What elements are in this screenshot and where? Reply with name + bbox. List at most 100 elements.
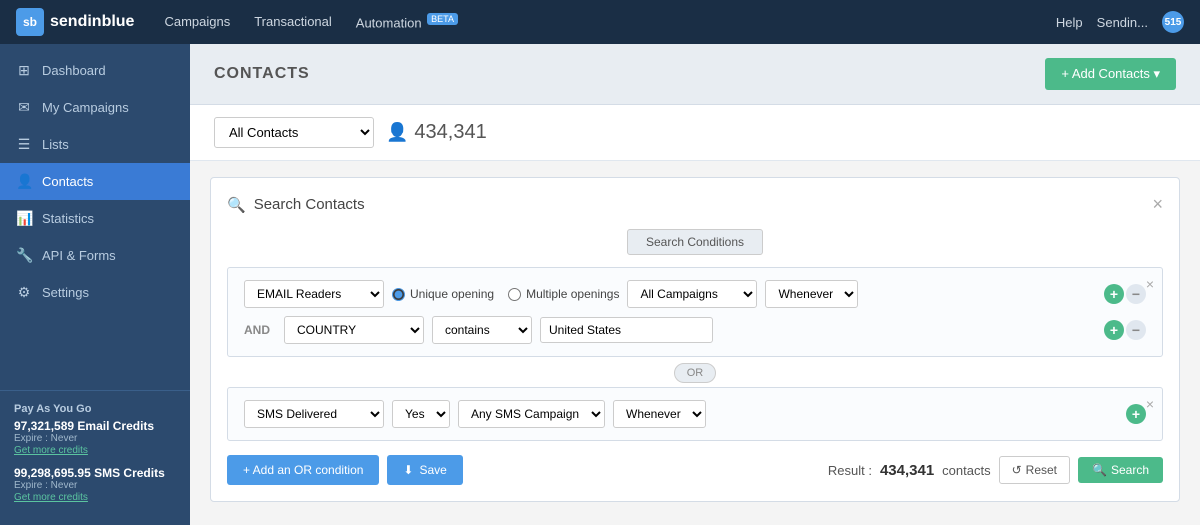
or-separator: OR: [227, 363, 1163, 383]
add-row-button-3[interactable]: +: [1126, 404, 1146, 424]
campaigns-icon: ✉: [16, 99, 32, 116]
search-button[interactable]: 🔍 Search: [1078, 457, 1163, 483]
field-select-sms[interactable]: SMS Delivered: [244, 400, 384, 428]
contacts-filter-select[interactable]: All Contacts: [214, 117, 374, 148]
close-panel-button[interactable]: ×: [1152, 194, 1163, 215]
sidebar-credits: Pay As You Go 97,321,589 Email Credits E…: [0, 390, 190, 525]
page-header: CONTACTS + Add Contacts ▾: [190, 44, 1200, 105]
add-remove-btns-2: + −: [1104, 320, 1146, 340]
search-title-text: Search Contacts: [254, 196, 365, 213]
main-content: CONTACTS + Add Contacts ▾ All Contacts 👤…: [190, 44, 1200, 525]
radio-unique-opening[interactable]: Unique opening: [392, 287, 494, 301]
contacts-label: contacts: [942, 463, 990, 478]
add-contacts-button[interactable]: + Add Contacts ▾: [1045, 58, 1176, 90]
sidebar: ⊞ Dashboard ✉ My Campaigns ☰ Lists 👤 Con…: [0, 44, 190, 525]
contacts-icon: 👤: [16, 173, 32, 190]
remove-row-button-2[interactable]: −: [1126, 320, 1146, 340]
operator-select[interactable]: contains: [432, 316, 532, 344]
sms-campaign-select[interactable]: Any SMS Campaign: [458, 400, 605, 428]
close-group-2-button[interactable]: ×: [1146, 396, 1154, 412]
whenever-select-2[interactable]: Whenever: [613, 400, 706, 428]
add-remove-btns-1: + −: [1104, 284, 1146, 304]
api-icon: 🔧: [16, 247, 32, 264]
add-row-button-1[interactable]: +: [1104, 284, 1124, 304]
sms-credits-block: 99,298,695.95 SMS Credits Expire : Never…: [14, 466, 176, 503]
remove-row-button-1[interactable]: −: [1126, 284, 1146, 304]
logo[interactable]: sb sendinblue: [16, 8, 134, 36]
sidebar-item-my-campaigns[interactable]: ✉ My Campaigns: [0, 89, 190, 126]
beta-badge: BETA: [427, 13, 458, 25]
whenever-select-1[interactable]: Whenever: [765, 280, 858, 308]
logo-icon: sb: [16, 8, 44, 36]
contact-count-bar: All Contacts 👤 434,341: [190, 105, 1200, 161]
bottom-left: + Add an OR condition ⬇ Save: [227, 455, 463, 485]
get-more-email-credits[interactable]: Get more credits: [14, 445, 88, 456]
sidebar-item-label: API & Forms: [42, 248, 116, 263]
email-credits-amount: 97,321,589 Email Credits: [14, 419, 176, 433]
nav-transactional[interactable]: Transactional: [254, 14, 332, 29]
save-button[interactable]: ⬇ Save: [387, 455, 462, 485]
sms-credits-amount: 99,298,695.95 SMS Credits: [14, 466, 176, 480]
dashboard-icon: ⊞: [16, 62, 32, 79]
lists-icon: ☰: [16, 136, 32, 153]
nav-campaigns[interactable]: Campaigns: [164, 14, 230, 29]
top-nav-items: Campaigns Transactional Automation BETA: [164, 14, 1055, 30]
yes-select[interactable]: Yes: [392, 400, 450, 428]
sidebar-item-label: Contacts: [42, 174, 93, 189]
sidebar-item-statistics[interactable]: 📊 Statistics: [0, 200, 190, 237]
get-more-sms-credits[interactable]: Get more credits: [14, 492, 88, 503]
sidebar-item-label: Statistics: [42, 211, 94, 226]
search-panel: 🔍 Search Contacts × Search Conditions × …: [210, 177, 1180, 502]
condition-row-1-2: AND COUNTRY contains + −: [244, 316, 1146, 344]
conditions-tab-bar: Search Conditions: [227, 229, 1163, 255]
result-label: Result :: [828, 463, 872, 478]
help-button[interactable]: Help: [1056, 15, 1083, 30]
statistics-icon: 📊: [16, 210, 32, 227]
or-badge: OR: [674, 363, 717, 383]
condition-row-2-1: SMS Delivered Yes Any SMS Campaign Whene…: [244, 400, 1146, 428]
add-or-condition-button[interactable]: + Add an OR condition: [227, 455, 379, 485]
reset-label: Reset: [1026, 463, 1057, 477]
reset-icon: ↺: [1012, 463, 1022, 477]
search-btn-label: Search: [1111, 463, 1149, 477]
pay-as-you-go: Pay As You Go: [14, 403, 176, 415]
add-remove-btns-3: +: [1126, 404, 1146, 424]
save-icon: ⬇: [403, 463, 413, 477]
layout: ⊞ Dashboard ✉ My Campaigns ☰ Lists 👤 Con…: [0, 44, 1200, 525]
top-nav-right: Help Sendin... 515: [1056, 11, 1184, 33]
close-group-1-button[interactable]: ×: [1146, 276, 1154, 292]
country-value-input[interactable]: [540, 317, 713, 343]
email-credits-expire: Expire : Never: [14, 433, 176, 444]
result-count: 434,341: [880, 462, 934, 479]
search-panel-title: 🔍 Search Contacts: [227, 196, 365, 214]
reset-button[interactable]: ↺ Reset: [999, 456, 1070, 484]
campaign-select-1[interactable]: All Campaigns: [627, 280, 757, 308]
bottom-actions: + Add an OR condition ⬇ Save Result : 43…: [227, 455, 1163, 485]
contact-count-value: 434,341: [414, 121, 486, 144]
radio-group-opening: Unique opening Multiple openings: [392, 287, 619, 301]
person-icon: 👤: [386, 122, 408, 143]
sidebar-item-label: Dashboard: [42, 63, 106, 78]
conditions-tab[interactable]: Search Conditions: [627, 229, 763, 255]
settings-icon: ⚙: [16, 284, 32, 301]
sidebar-item-lists[interactable]: ☰ Lists: [0, 126, 190, 163]
add-row-button-2[interactable]: +: [1104, 320, 1124, 340]
and-label: AND: [244, 323, 276, 337]
field-select-country[interactable]: COUNTRY: [284, 316, 424, 344]
nav-automation[interactable]: Automation BETA: [356, 14, 458, 30]
sidebar-item-contacts[interactable]: 👤 Contacts: [0, 163, 190, 200]
sidebar-item-label: Lists: [42, 137, 69, 152]
logo-text: sendinblue: [50, 13, 134, 31]
field-select-email-readers[interactable]: EMAIL Readers: [244, 280, 384, 308]
notification-badge[interactable]: 515: [1162, 11, 1184, 33]
sidebar-item-settings[interactable]: ⚙ Settings: [0, 274, 190, 311]
save-label: Save: [419, 463, 446, 477]
sidebar-item-dashboard[interactable]: ⊞ Dashboard: [0, 52, 190, 89]
bottom-right: Result : 434,341 contacts ↺ Reset 🔍 Sear…: [828, 456, 1163, 484]
account-button[interactable]: Sendin...: [1097, 15, 1148, 30]
sidebar-item-api-forms[interactable]: 🔧 API & Forms: [0, 237, 190, 274]
result-area: Result : 434,341 contacts: [828, 462, 991, 479]
condition-group-2: × SMS Delivered Yes Any SMS Campaign Whe…: [227, 387, 1163, 441]
search-panel-header: 🔍 Search Contacts ×: [227, 194, 1163, 215]
radio-multiple-openings[interactable]: Multiple openings: [508, 287, 619, 301]
